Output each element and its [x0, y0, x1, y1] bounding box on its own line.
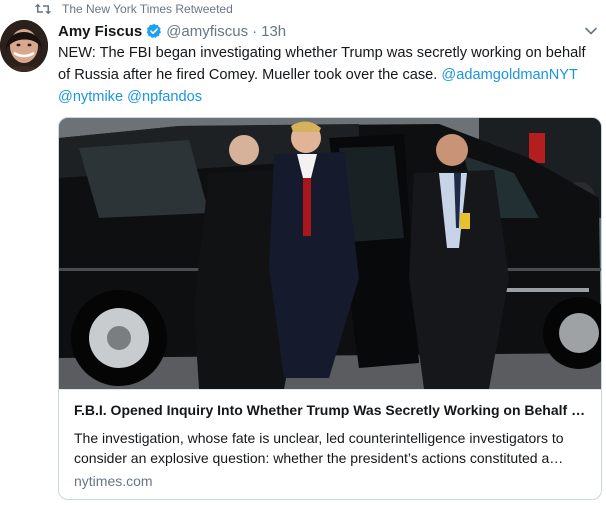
retweet-context: The New York Times Retweeted: [0, 0, 233, 18]
tweet-timestamp[interactable]: 13h: [261, 23, 286, 40]
card-domain: nytimes.com: [74, 473, 153, 489]
mention-link[interactable]: @nytmike: [58, 89, 123, 105]
author-name[interactable]: Amy Fiscus: [58, 23, 142, 40]
link-preview-card[interactable]: F.B.I. Opened Inquiry Into Whether Trump…: [58, 117, 602, 500]
author-handle[interactable]: @amyfiscus: [166, 23, 248, 40]
retweet-label[interactable]: The New York Times Retweeted: [62, 2, 233, 16]
tweet-header: Amy Fiscus @amyfiscus · 13h: [58, 21, 606, 41]
retweet-icon: [34, 3, 52, 15]
separator-dot: ·: [252, 22, 258, 40]
card-description: The investigation, whose fate is unclear…: [74, 430, 564, 466]
mention-link[interactable]: @npfandos: [127, 89, 202, 105]
card-image[interactable]: [59, 118, 601, 389]
card-title[interactable]: F.B.I. Opened Inquiry Into Whether Trump…: [74, 402, 589, 418]
verified-badge-icon: [146, 23, 162, 39]
chevron-down-icon[interactable]: [584, 24, 598, 38]
card-body: F.B.I. Opened Inquiry Into Whether Trump…: [59, 389, 601, 499]
mention-link[interactable]: @adamgoldmanNYT: [441, 67, 577, 83]
tweet-text: NEW: The FBI began investigating whether…: [58, 42, 598, 108]
avatar-image: [0, 20, 48, 72]
avatar[interactable]: [0, 20, 48, 72]
